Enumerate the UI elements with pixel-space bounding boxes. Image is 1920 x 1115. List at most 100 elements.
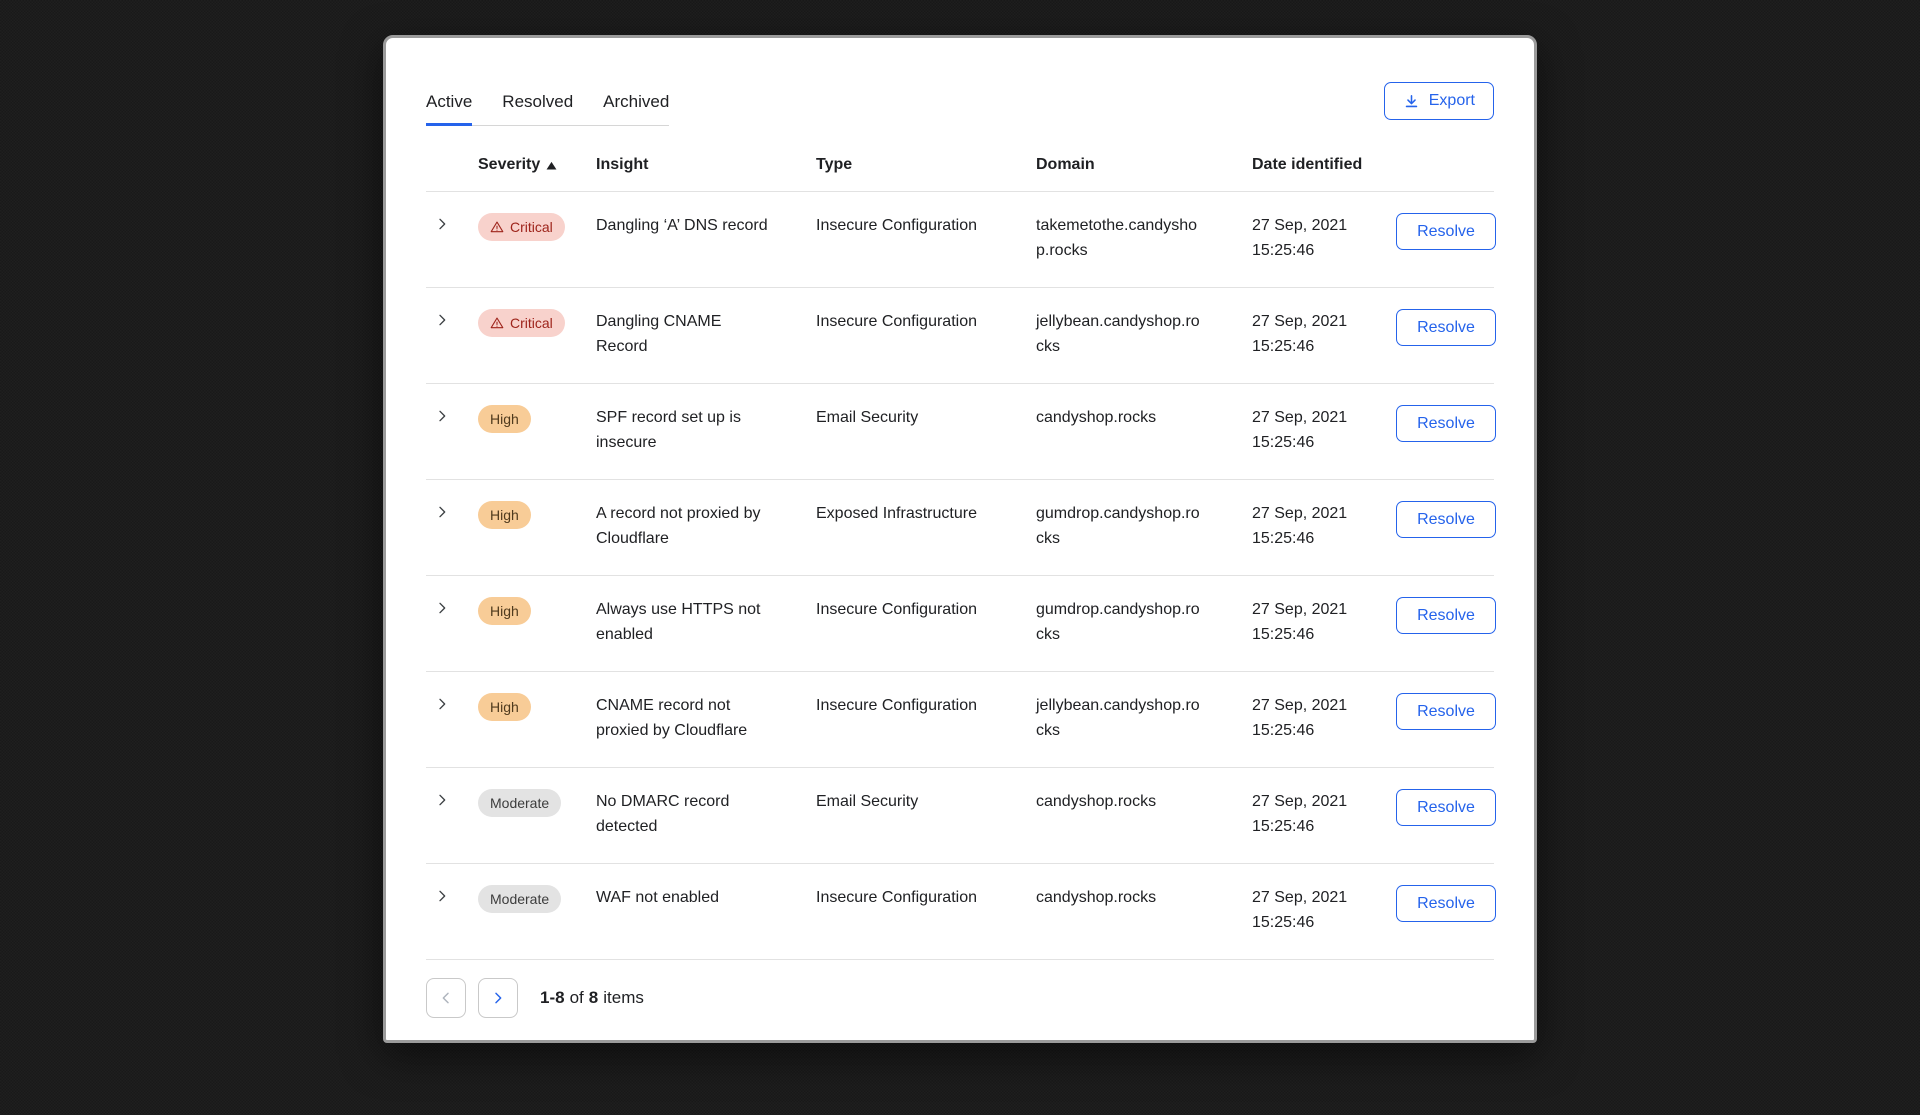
insight-cell: SPF record set up is insecure bbox=[596, 405, 816, 455]
chevron-right-icon bbox=[434, 600, 450, 616]
tab-bar: Active Resolved Archived bbox=[426, 92, 669, 126]
insight-cell: Always use HTTPS not enabled bbox=[596, 597, 816, 647]
column-header-type: Type bbox=[816, 156, 1036, 174]
date-cell: 27 Sep, 2021 15:25:46 bbox=[1252, 213, 1396, 263]
type-cell: Email Security bbox=[816, 405, 1036, 430]
date-cell: 27 Sep, 2021 15:25:46 bbox=[1252, 693, 1396, 743]
resolve-button[interactable]: Resolve bbox=[1396, 309, 1496, 346]
chevron-right-icon bbox=[434, 888, 450, 904]
insight-cell: No DMARC record detected bbox=[596, 789, 816, 839]
insight-cell: A record not proxied by Cloudflare bbox=[596, 501, 816, 551]
severity-cell: High bbox=[478, 501, 596, 529]
expand-row-button[interactable] bbox=[432, 694, 478, 714]
export-button[interactable]: Export bbox=[1384, 82, 1494, 120]
chevron-right-icon bbox=[434, 312, 450, 328]
expand-row-button[interactable] bbox=[432, 502, 478, 522]
severity-badge: Moderate bbox=[478, 789, 561, 817]
domain-cell: candyshop.rocks bbox=[1036, 405, 1252, 430]
chevron-right-icon bbox=[490, 990, 506, 1006]
action-cell: Resolve bbox=[1396, 213, 1496, 250]
table-row: Critical Dangling CNAME Record Insecure … bbox=[426, 288, 1494, 384]
table-row: High A record not proxied by Cloudflare … bbox=[426, 480, 1494, 576]
domain-cell: jellybean.candyshop.ro cks bbox=[1036, 693, 1252, 743]
severity-cell: High bbox=[478, 597, 596, 625]
severity-label: Critical bbox=[510, 314, 553, 332]
insight-cell: WAF not enabled bbox=[596, 885, 816, 910]
severity-header-label: Severity bbox=[478, 156, 540, 174]
severity-label: Moderate bbox=[490, 794, 549, 812]
resolve-button[interactable]: Resolve bbox=[1396, 501, 1496, 538]
severity-badge: High bbox=[478, 405, 531, 433]
table-header-row: Severity Insight Type Domain Date identi… bbox=[426, 156, 1494, 192]
severity-label: High bbox=[490, 506, 519, 524]
table-row: High Always use HTTPS not enabled Insecu… bbox=[426, 576, 1494, 672]
chevron-right-icon bbox=[434, 792, 450, 808]
date-cell: 27 Sep, 2021 15:25:46 bbox=[1252, 501, 1396, 551]
severity-cell: High bbox=[478, 405, 596, 433]
type-cell: Insecure Configuration bbox=[816, 885, 1036, 910]
domain-cell: gumdrop.candyshop.ro cks bbox=[1036, 597, 1252, 647]
chevron-right-icon bbox=[434, 216, 450, 232]
warning-icon bbox=[490, 220, 504, 234]
domain-cell: candyshop.rocks bbox=[1036, 885, 1252, 910]
severity-cell: Critical bbox=[478, 213, 596, 242]
pagination-status: 1-8 of 8 items bbox=[540, 988, 644, 1008]
action-cell: Resolve bbox=[1396, 885, 1496, 922]
severity-label: High bbox=[490, 698, 519, 716]
resolve-button[interactable]: Resolve bbox=[1396, 885, 1496, 922]
type-cell: Insecure Configuration bbox=[816, 309, 1036, 334]
previous-page-button[interactable] bbox=[426, 978, 466, 1018]
table-row: High CNAME record not proxied by Cloudfl… bbox=[426, 672, 1494, 768]
resolve-button[interactable]: Resolve bbox=[1396, 405, 1496, 442]
severity-cell: Moderate bbox=[478, 885, 596, 913]
table-row: Moderate WAF not enabled Insecure Config… bbox=[426, 864, 1494, 960]
domain-cell: gumdrop.candyshop.ro cks bbox=[1036, 501, 1252, 551]
insight-cell: CNAME record not proxied by Cloudflare bbox=[596, 693, 816, 743]
tab-active[interactable]: Active bbox=[426, 92, 472, 126]
date-cell: 27 Sep, 2021 15:25:46 bbox=[1252, 309, 1396, 359]
severity-badge: Critical bbox=[478, 309, 565, 337]
severity-badge: High bbox=[478, 501, 531, 529]
expand-row-button[interactable] bbox=[432, 886, 478, 906]
export-label: Export bbox=[1429, 92, 1475, 110]
tab-archived[interactable]: Archived bbox=[603, 92, 669, 126]
severity-label: High bbox=[490, 410, 519, 428]
expand-row-button[interactable] bbox=[432, 406, 478, 426]
expand-row-button[interactable] bbox=[432, 214, 478, 234]
date-cell: 27 Sep, 2021 15:25:46 bbox=[1252, 789, 1396, 839]
action-cell: Resolve bbox=[1396, 597, 1496, 634]
severity-cell: Moderate bbox=[478, 789, 596, 817]
severity-badge: Critical bbox=[478, 213, 565, 241]
tab-resolved[interactable]: Resolved bbox=[502, 92, 573, 126]
domain-cell: jellybean.candyshop.ro cks bbox=[1036, 309, 1252, 359]
table-row: Moderate No DMARC record detected Email … bbox=[426, 768, 1494, 864]
pagination-of-label: of bbox=[570, 988, 584, 1008]
severity-label: Moderate bbox=[490, 890, 549, 908]
action-cell: Resolve bbox=[1396, 789, 1496, 826]
resolve-button[interactable]: Resolve bbox=[1396, 789, 1496, 826]
severity-badge: High bbox=[478, 693, 531, 721]
severity-badge: High bbox=[478, 597, 531, 625]
expand-row-button[interactable] bbox=[432, 310, 478, 330]
resolve-button[interactable]: Resolve bbox=[1396, 213, 1496, 250]
top-bar: Active Resolved Archived Export bbox=[426, 82, 1494, 126]
type-cell: Insecure Configuration bbox=[816, 597, 1036, 622]
resolve-button[interactable]: Resolve bbox=[1396, 597, 1496, 634]
domain-cell: candyshop.rocks bbox=[1036, 789, 1252, 814]
expand-row-button[interactable] bbox=[432, 790, 478, 810]
expand-row-button[interactable] bbox=[432, 598, 478, 618]
action-cell: Resolve bbox=[1396, 693, 1496, 730]
pagination-total: 8 bbox=[589, 988, 598, 1008]
date-cell: 27 Sep, 2021 15:25:46 bbox=[1252, 885, 1396, 935]
pagination: 1-8 of 8 items bbox=[426, 978, 1494, 1018]
column-header-severity[interactable]: Severity bbox=[478, 156, 596, 174]
date-cell: 27 Sep, 2021 15:25:46 bbox=[1252, 405, 1396, 455]
type-cell: Email Security bbox=[816, 789, 1036, 814]
insight-cell: Dangling ‘A’ DNS record bbox=[596, 213, 816, 238]
next-page-button[interactable] bbox=[478, 978, 518, 1018]
insights-panel: Active Resolved Archived Export Severity… bbox=[383, 35, 1537, 1043]
column-header-insight: Insight bbox=[596, 156, 816, 174]
chevron-right-icon bbox=[434, 408, 450, 424]
resolve-button[interactable]: Resolve bbox=[1396, 693, 1496, 730]
insight-cell: Dangling CNAME Record bbox=[596, 309, 816, 359]
